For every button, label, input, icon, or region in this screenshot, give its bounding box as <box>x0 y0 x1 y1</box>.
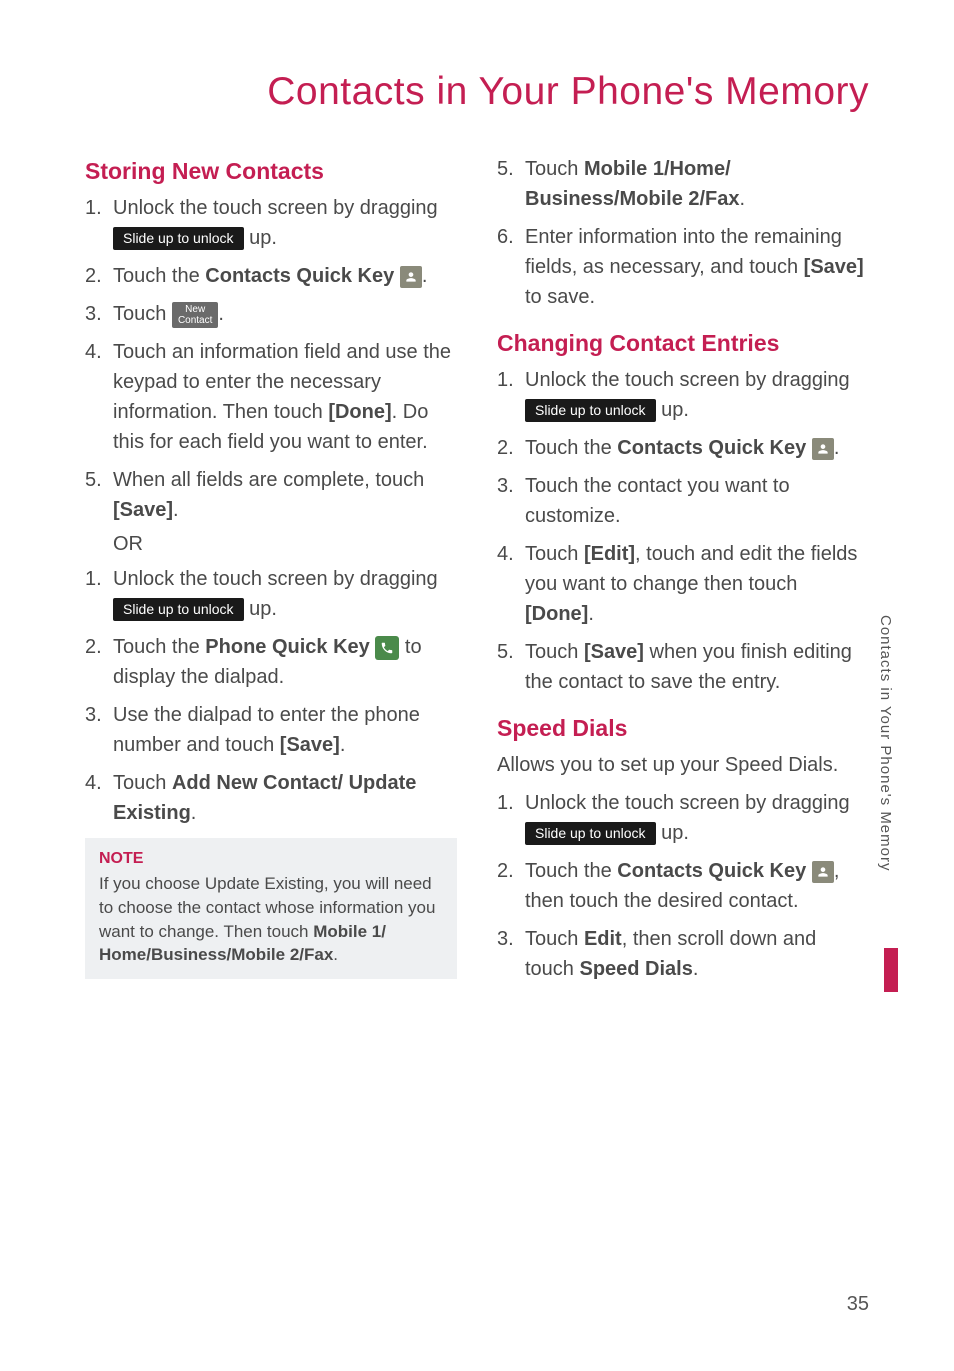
storing-step-4: Touch an information field and use the k… <box>85 337 457 457</box>
text: Unlock the touch screen by dragging <box>525 369 850 391</box>
text: up. <box>244 227 277 249</box>
text: up. <box>244 598 277 620</box>
contact-icon <box>812 438 834 460</box>
slide-unlock-button: Slide up to unlock <box>525 822 656 845</box>
text: to save. <box>525 286 595 308</box>
text: . <box>173 499 179 521</box>
text: Touch the <box>113 265 205 287</box>
page-number: 35 <box>847 1293 869 1316</box>
changing-step-5: Touch [Save] when you finish editing the… <box>497 637 869 697</box>
storing-step-2: Touch the Contacts Quick Key . <box>85 261 457 291</box>
note-body: If you choose Update Existing, you will … <box>99 872 443 967</box>
text-bold: Contacts Quick Key <box>205 265 400 287</box>
text-bold: [Done] <box>525 603 588 625</box>
text-bold: Contacts Quick Key <box>617 860 812 882</box>
text-bold: [Save] <box>280 734 340 756</box>
alt-step-1: Unlock the touch screen by dragging Slid… <box>85 564 457 624</box>
text: . <box>191 802 197 824</box>
text: Touch <box>525 158 584 180</box>
or-separator: OR <box>85 533 457 556</box>
text: Touch the <box>525 860 617 882</box>
contact-icon <box>400 266 422 288</box>
storing-continued: Touch Mobile 1/Home/ Business/Mobile 2/F… <box>497 154 869 312</box>
content-columns: Storing New Contacts Unlock the touch sc… <box>0 144 954 992</box>
text: . <box>834 437 840 459</box>
storing-step-5b: Touch Mobile 1/Home/ Business/Mobile 2/F… <box>497 154 869 214</box>
changing-step-2: Touch the Contacts Quick Key . <box>497 433 869 463</box>
text-bold: [Edit] <box>584 543 635 565</box>
alt-step-2: Touch the Phone Quick Key to display the… <box>85 632 457 692</box>
storing-list-b: Unlock the touch screen by dragging Slid… <box>85 564 457 828</box>
text: When all fields are complete, touch <box>113 469 424 491</box>
storing-step-5: When all fields are complete, touch [Sav… <box>85 465 457 525</box>
text: . <box>740 188 746 210</box>
sd-step-2: Touch the Contacts Quick Key , then touc… <box>497 856 869 916</box>
side-tab-label: Contacts in Your Phone's Memory <box>877 615 894 871</box>
storing-step-1: Unlock the touch screen by dragging Slid… <box>85 193 457 253</box>
text: Enter information into the remaining fie… <box>525 226 842 278</box>
note-title: NOTE <box>99 850 443 868</box>
text: Touch <box>113 303 172 325</box>
text: New <box>185 304 205 315</box>
text: Touch <box>525 928 584 950</box>
speed-dials-list: Unlock the touch screen by dragging Slid… <box>497 788 869 984</box>
text-bold: [Save] <box>804 256 864 278</box>
text: Use the dialpad to enter the phone numbe… <box>113 704 420 756</box>
storing-step-6: Enter information into the remaining fie… <box>497 222 869 312</box>
text-bold: [Save] <box>113 499 173 521</box>
text-bold: Edit <box>584 928 622 950</box>
text-bold: [Save] <box>584 641 644 663</box>
heading-speed-dials: Speed Dials <box>497 715 869 742</box>
speed-dials-intro: Allows you to set up your Speed Dials. <box>497 750 869 780</box>
slide-unlock-button: Slide up to unlock <box>113 227 244 250</box>
page-title: Contacts in Your Phone's Memory <box>0 0 954 144</box>
text-bold: [Done] <box>328 401 391 423</box>
text: . <box>333 945 338 964</box>
left-column: Storing New Contacts Unlock the touch sc… <box>85 154 457 992</box>
alt-step-3: Use the dialpad to enter the phone numbe… <box>85 700 457 760</box>
storing-step-3: Touch NewContact. <box>85 299 457 329</box>
text: . <box>422 265 428 287</box>
note-box: NOTE If you choose Update Existing, you … <box>85 838 457 979</box>
contact-icon <box>812 861 834 883</box>
text: . <box>218 303 224 325</box>
text: Touch <box>525 543 584 565</box>
slide-unlock-button: Slide up to unlock <box>525 399 656 422</box>
text-bold: Speed Dials <box>579 958 692 980</box>
text: Unlock the touch screen by dragging <box>113 197 438 219</box>
text: Touch <box>113 772 172 794</box>
alt-step-4: Touch Add New Contact/ Update Existing. <box>85 768 457 828</box>
changing-list: Unlock the touch screen by dragging Slid… <box>497 365 869 697</box>
sd-step-1: Unlock the touch screen by dragging Slid… <box>497 788 869 848</box>
text: Unlock the touch screen by dragging <box>113 568 438 590</box>
changing-step-4: Touch [Edit], touch and edit the fields … <box>497 539 869 629</box>
text: up. <box>656 822 689 844</box>
text: Contact <box>178 315 212 326</box>
storing-list-a: Unlock the touch screen by dragging Slid… <box>85 193 457 525</box>
sd-step-3: Touch Edit, then scroll down and touch S… <box>497 924 869 984</box>
heading-changing: Changing Contact Entries <box>497 330 869 357</box>
text: Unlock the touch screen by dragging <box>525 792 850 814</box>
text: up. <box>656 399 689 421</box>
text: Touch the <box>525 437 617 459</box>
side-tab-marker <box>884 948 898 992</box>
slide-unlock-button: Slide up to unlock <box>113 598 244 621</box>
text: . <box>588 603 594 625</box>
text: Touch the <box>113 636 205 658</box>
new-contact-button: NewContact <box>172 302 218 328</box>
text: . <box>340 734 346 756</box>
changing-step-3: Touch the contact you want to customize. <box>497 471 869 531</box>
phone-icon <box>375 636 399 660</box>
text-bold: Contacts Quick Key <box>617 437 812 459</box>
text-bold: Phone Quick Key <box>205 636 370 658</box>
heading-storing: Storing New Contacts <box>85 158 457 185</box>
text: Touch <box>525 641 584 663</box>
text: . <box>693 958 699 980</box>
right-column: Touch Mobile 1/Home/ Business/Mobile 2/F… <box>497 154 869 992</box>
changing-step-1: Unlock the touch screen by dragging Slid… <box>497 365 869 425</box>
